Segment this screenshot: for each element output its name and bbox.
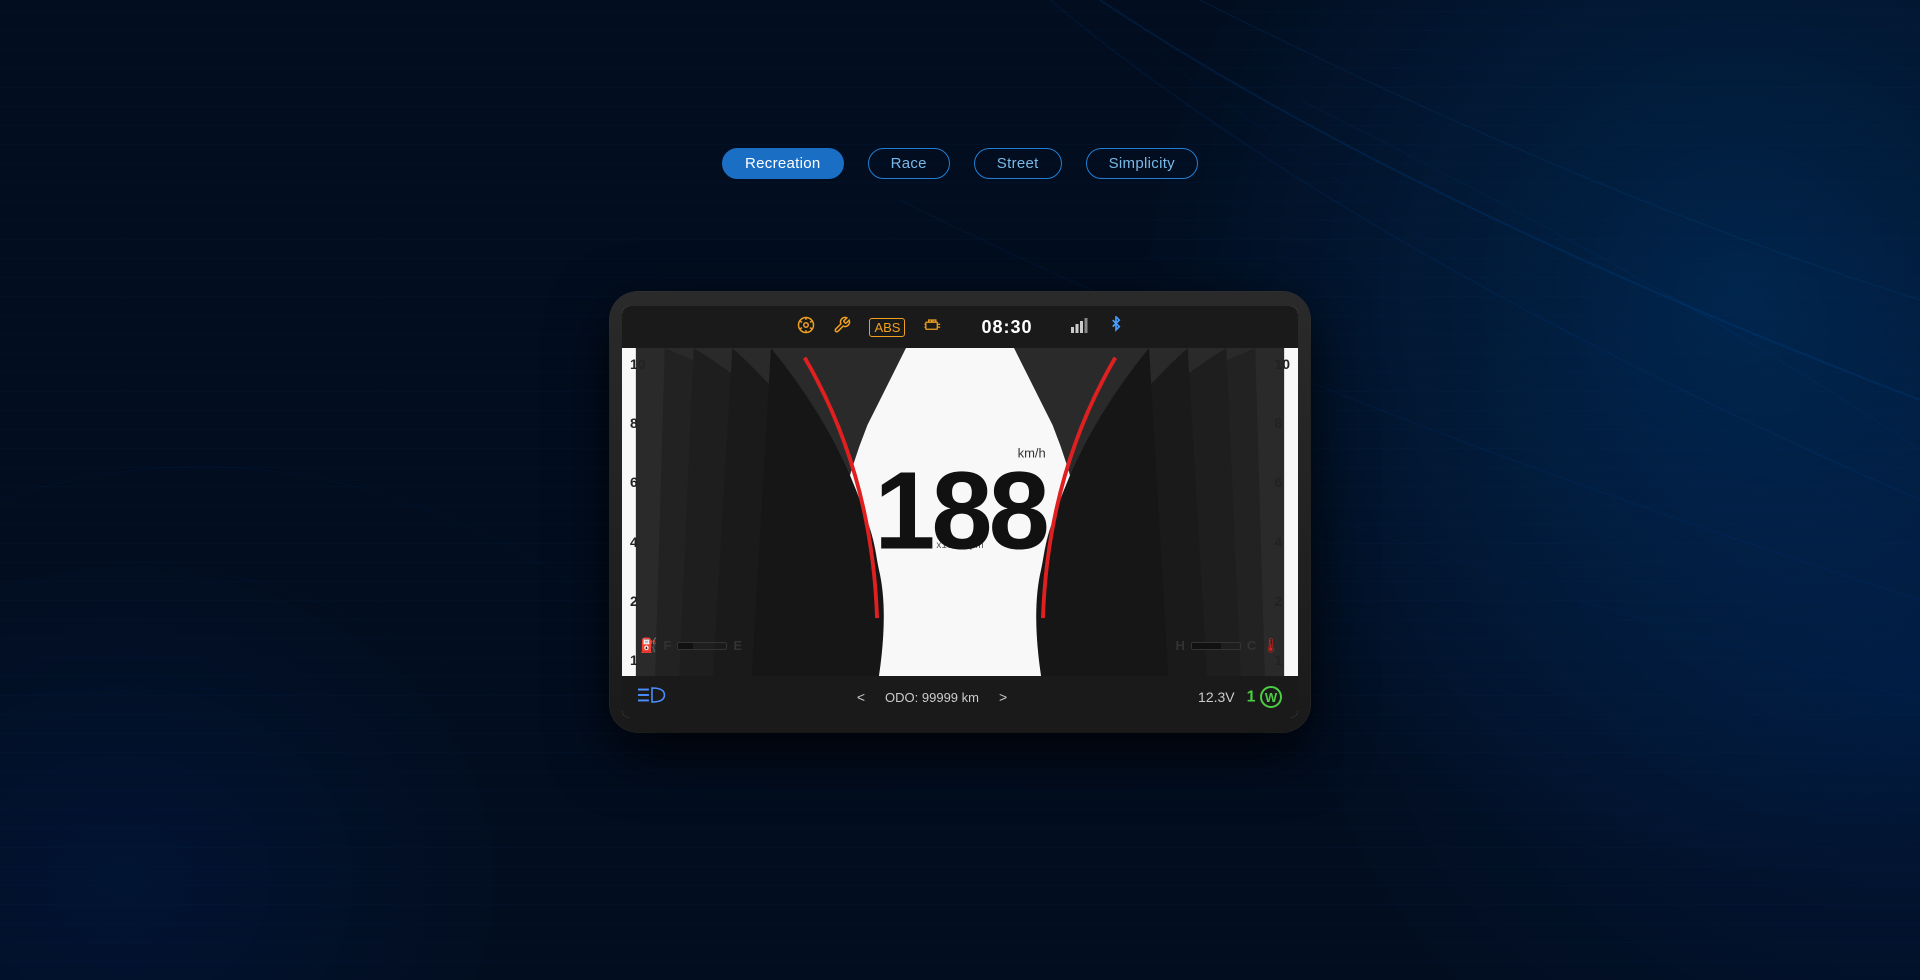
speed-value: 188 <box>874 456 1046 566</box>
voltage-display: 12.3V <box>1198 689 1235 705</box>
dashboard-header: ABS 08:30 <box>622 306 1298 348</box>
odometer-display: ODO: 99999 km <box>885 690 979 705</box>
fuel-f-label: F <box>663 638 671 653</box>
gauge-nums-left: 10 8 6 4 2 1 <box>630 348 646 676</box>
tab-race[interactable]: Race <box>868 148 950 179</box>
fuel-e-label: E <box>733 638 742 653</box>
gauge-nums-right: 10 8 6 4 2 1 <box>1274 348 1290 676</box>
fuel-gauge: ⛽ F E <box>640 637 742 654</box>
temp-c-label: C <box>1247 638 1256 653</box>
dashboard-time: 08:30 <box>981 317 1032 338</box>
tab-simplicity[interactable]: Simplicity <box>1086 148 1198 179</box>
dashboard-footer: < ODO: 99999 km > 12.3V 1 W <box>622 676 1298 718</box>
temp-h-label: H <box>1175 638 1184 653</box>
wrench-warning-icon <box>833 316 851 339</box>
temp-bar <box>1191 642 1241 650</box>
dashboard-main: 10 8 6 4 2 1 10 8 6 4 2 1 <box>622 348 1298 676</box>
tab-street[interactable]: Street <box>974 148 1062 179</box>
engine-warning-icon <box>923 317 943 338</box>
footer-right: 12.3V 1 W <box>1198 686 1282 708</box>
tabs-row: Recreation Race Street Simplicity <box>0 148 1920 179</box>
speed-display: km/h 188 <box>874 445 1046 566</box>
abs-warning-icon: ABS <box>869 318 905 337</box>
fuel-icon: ⛽ <box>640 637 657 654</box>
tablet-outer: ABS 08:30 <box>610 292 1310 732</box>
fuel-fill <box>678 643 692 649</box>
tab-recreation[interactable]: Recreation <box>722 148 844 179</box>
temp-fill <box>1192 643 1221 649</box>
signal-icon <box>1071 317 1091 338</box>
gear-circle: W <box>1260 686 1282 708</box>
bluetooth-icon <box>1109 316 1123 339</box>
nav-right-arrow[interactable]: > <box>999 689 1007 705</box>
temp-warning-icon: 🌡 <box>1262 637 1280 654</box>
footer-nav: < ODO: 99999 km > <box>857 689 1007 705</box>
fuel-bar <box>677 642 727 650</box>
nav-left-arrow[interactable]: < <box>857 689 865 705</box>
headlight-icon <box>638 686 666 709</box>
gear-display: 1 W <box>1247 686 1282 708</box>
temp-gauge: H C 🌡 <box>1175 637 1280 654</box>
tablet-screen: ABS 08:30 <box>622 306 1298 718</box>
steering-warning-icon <box>797 316 815 339</box>
tablet-wrapper: ABS 08:30 <box>610 292 1310 732</box>
